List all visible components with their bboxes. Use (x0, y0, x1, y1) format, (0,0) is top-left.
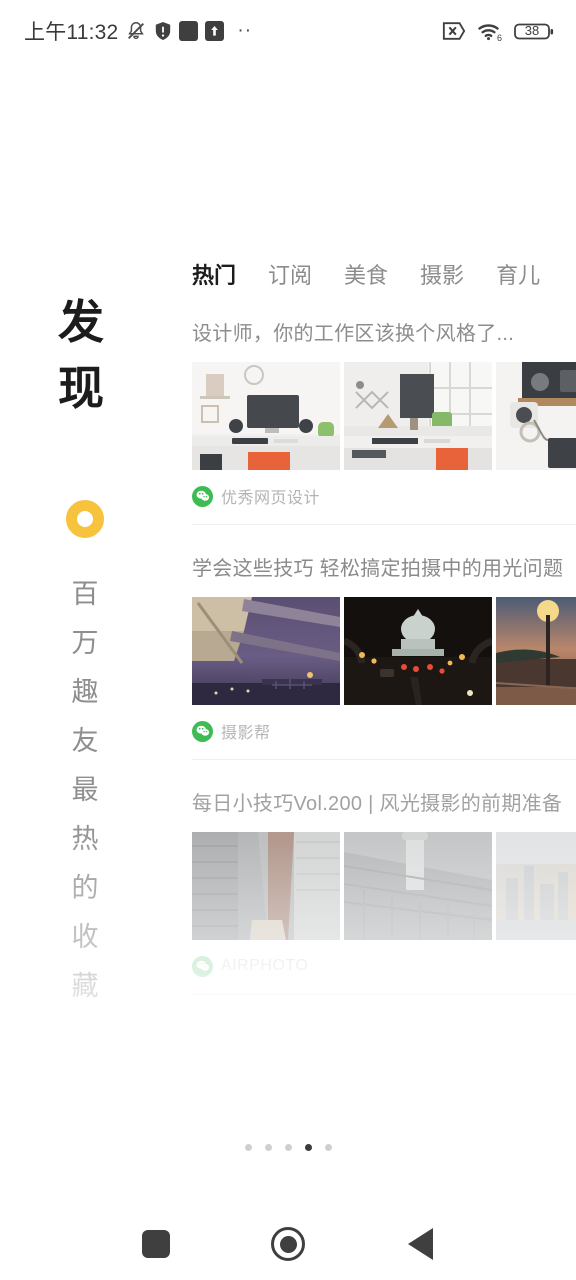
home-button[interactable] (260, 1216, 316, 1272)
subtitle-char: 趣 (71, 677, 99, 707)
subtitle-char: 藏 (71, 971, 99, 1001)
post-thumbnail[interactable] (496, 597, 576, 705)
page-dot[interactable] (284, 1144, 292, 1151)
square-icon (142, 1230, 170, 1258)
no-sim-icon (442, 21, 466, 41)
recents-button[interactable] (128, 1216, 184, 1272)
thumbnail-row (192, 362, 576, 470)
back-button[interactable] (392, 1216, 448, 1272)
subtitle-char: 友 (71, 726, 99, 756)
post-source-name: AIRPHOTO (221, 957, 309, 974)
status-bar: 上午11:32 ·· 6 38 (0, 0, 576, 62)
post-thumbnail[interactable] (344, 362, 492, 470)
post-thumbnail[interactable] (496, 832, 576, 940)
post-source-name: 优秀网页设计 (221, 490, 321, 507)
mute-bell-icon (125, 20, 147, 42)
battery-level: 38 (524, 23, 540, 38)
tab-bar: 热门 订阅 美食 摄影 育儿 (168, 222, 576, 290)
page-dot[interactable] (264, 1144, 272, 1151)
page-dot[interactable] (324, 1144, 332, 1151)
more-dots-icon: ·· (237, 20, 253, 41)
post-title[interactable]: 每日小技巧Vol.200 | 风光摄影的前期准备 (192, 790, 576, 818)
page-title: 发 现 (58, 290, 120, 422)
shield-icon (154, 21, 172, 41)
tab-subscribe[interactable]: 订阅 (268, 258, 312, 290)
tab-hot[interactable]: 热门 (192, 258, 236, 290)
vertical-subtitle: 百 万 趣 友 最 热 的 收 藏 (62, 570, 108, 1011)
page-title-char-1: 发 (58, 297, 104, 348)
dark-square-icon (179, 21, 199, 41)
divider (192, 994, 576, 995)
subtitle-char: 收 (71, 922, 99, 952)
ring-decoration (66, 500, 104, 538)
thumbnail-row (192, 832, 576, 940)
post-source[interactable]: AIRPHOTO (192, 954, 576, 978)
post-source[interactable]: 摄影帮 (192, 719, 576, 743)
tab-parenting[interactable]: 育儿 (496, 258, 540, 290)
post-thumbnail[interactable] (192, 362, 340, 470)
status-bar-right: 6 38 (442, 21, 554, 42)
tab-photography[interactable]: 摄影 (420, 258, 464, 290)
wechat-icon (192, 485, 213, 507)
post-title[interactable]: 学会这些技巧 轻松搞定拍摄中的用光问题 (192, 555, 576, 583)
wechat-icon (192, 955, 213, 977)
svg-text:6: 6 (497, 33, 502, 42)
status-time: 上午11:32 (24, 21, 119, 44)
wifi6-icon: 6 (477, 21, 503, 42)
post-title[interactable]: 设计师，你的工作区该换个风格了... (192, 320, 576, 348)
upload-box-icon (205, 21, 225, 41)
post-source-name: 摄影帮 (221, 725, 271, 742)
post-source[interactable]: 优秀网页设计 (192, 484, 576, 508)
feed-card: 热门 订阅 美食 摄影 育儿 设计师，你的工作区该换个风格了... 优秀网页设计… (168, 222, 576, 1052)
wechat-icon (192, 720, 213, 742)
circle-icon (271, 1227, 305, 1261)
post-thumbnail[interactable] (344, 832, 492, 940)
list-item[interactable]: 设计师，你的工作区该换个风格了... 优秀网页设计 (192, 290, 576, 525)
android-nav-bar (0, 1208, 576, 1280)
page-dot-active[interactable] (304, 1144, 312, 1151)
thumbnail-row (192, 597, 576, 705)
post-thumbnail[interactable] (496, 362, 576, 470)
left-panel: 发 现 百 万 趣 友 最 热 的 收 藏 (0, 62, 170, 1202)
post-thumbnail[interactable] (192, 832, 340, 940)
page-title-char-2: 现 (58, 363, 104, 414)
triangle-left-icon (407, 1228, 433, 1260)
subtitle-char: 热 (71, 824, 99, 854)
list-item[interactable]: 学会这些技巧 轻松搞定拍摄中的用光问题 摄影帮 (192, 525, 576, 760)
list-item[interactable]: 每日小技巧Vol.200 | 风光摄影的前期准备 AIRPHOTO (192, 760, 576, 995)
post-thumbnail[interactable] (344, 597, 492, 705)
subtitle-char: 最 (71, 775, 99, 805)
feed-list: 设计师，你的工作区该换个风格了... 优秀网页设计 学会这些技巧 轻松搞定拍摄中… (168, 290, 576, 995)
subtitle-char: 万 (71, 628, 99, 658)
tab-food[interactable]: 美食 (344, 258, 388, 290)
status-bar-left: 上午11:32 ·· (24, 16, 252, 46)
page-indicator (0, 1144, 576, 1151)
battery-icon: 38 (514, 21, 554, 42)
page-dot[interactable] (244, 1144, 252, 1151)
post-thumbnail[interactable] (192, 597, 340, 705)
subtitle-char: 百 (71, 579, 99, 609)
subtitle-char: 的 (71, 873, 99, 903)
